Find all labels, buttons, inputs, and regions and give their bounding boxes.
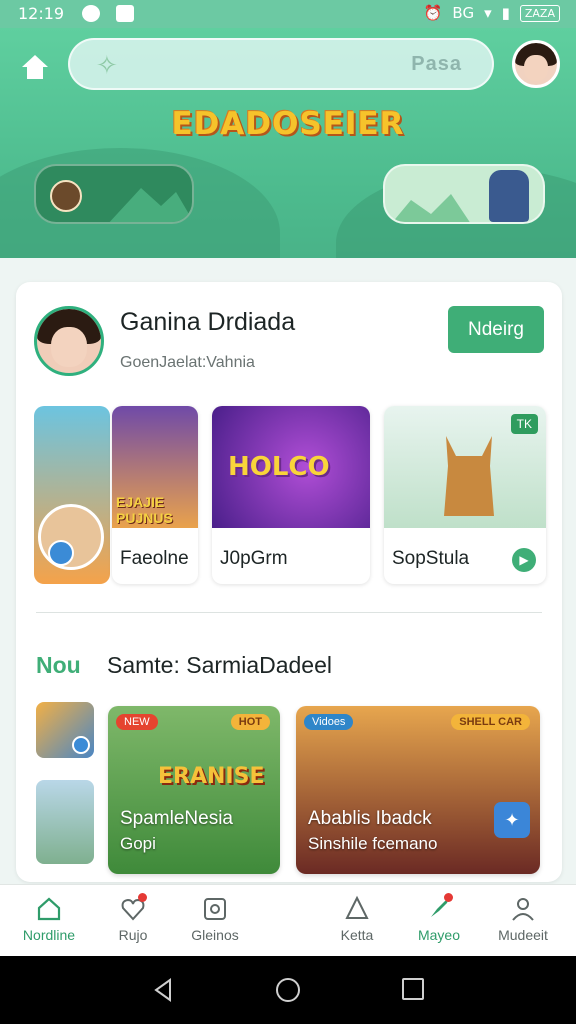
status-right: ⏰ BG ▾ ▮ ZAZA <box>424 4 560 22</box>
play-icon[interactable]: ▶ <box>512 548 536 572</box>
follow-button[interactable]: Ndeirg <box>448 306 544 353</box>
battery-icon: ZAZA <box>519 4 560 22</box>
bottom-nav: Nordline Rujo Gleinos Ketta Mayeo Mudeei… <box>0 884 576 956</box>
tile-label: SopStula <box>392 548 470 569</box>
nav-item-home[interactable]: Nordline <box>4 895 94 943</box>
game-subtitle: Gopi <box>120 834 156 853</box>
game-art-text: ERANISE <box>158 764 265 789</box>
game-chip-secondary: SHELL CAR <box>451 714 530 730</box>
featured-tile[interactable]: HOLCO J0pGrm <box>212 406 370 584</box>
nav-label: Nordline <box>22 927 76 943</box>
home-circle-icon[interactable] <box>276 978 300 1002</box>
search-art-icon: ✧ <box>96 50 118 80</box>
image-notification-icon <box>116 5 134 22</box>
hero-banner: ✧ Pasa EDADOSEIER <box>0 28 576 258</box>
gallery-icon <box>204 898 226 920</box>
tile-art: EJAJIE PUJNUS <box>112 406 198 528</box>
side-tile[interactable] <box>34 406 110 584</box>
featured-tile[interactable]: EJAJIE PUJNUS Faeolne <box>112 406 198 584</box>
search-bar[interactable]: ✧ Pasa <box>68 38 494 90</box>
nav-item-alerts[interactable]: Ketta <box>312 895 402 943</box>
profile-card: Ganina Drdiada GoenJaelat:Vahnia Ndeirg … <box>16 282 562 882</box>
tile-tag: TK <box>510 414 538 434</box>
home-icon <box>22 55 48 79</box>
tile-art: TK <box>384 406 546 528</box>
hero-card-left[interactable] <box>34 164 194 224</box>
profile-name: Ganina Drdiada <box>120 308 296 336</box>
alarm-icon: ⏰ <box>423 4 443 22</box>
recents-icon[interactable] <box>402 978 424 1000</box>
game-chip-secondary: HOT <box>230 714 270 730</box>
search-text: Pasa <box>411 53 462 75</box>
badge-icon <box>50 180 82 212</box>
share-action-icon[interactable]: ✦ <box>494 802 530 838</box>
back-icon[interactable] <box>152 978 174 1002</box>
tile-label: J0pGrm <box>220 548 288 569</box>
home-button[interactable] <box>18 50 52 84</box>
hero-title: EDADOSEIER <box>171 106 405 142</box>
nav-label: Ketta <box>340 927 374 943</box>
tile-label: Faeolne <box>120 548 189 569</box>
character-art <box>489 170 529 222</box>
game-card[interactable]: Vidoes SHELL CAR Abablis Ibadck Sinshile… <box>296 706 540 874</box>
badge-icon <box>72 736 90 754</box>
mountain-art <box>109 188 192 222</box>
hero-card-right[interactable] <box>383 164 545 224</box>
featured-tile[interactable]: TK SopStula ▶ <box>384 406 546 584</box>
section-title: Samte: SarmiaDadeel <box>107 652 332 678</box>
status-time: 12:19 <box>18 4 65 23</box>
divider <box>36 612 542 613</box>
nav-item-gallery[interactable]: Gleinos <box>170 895 260 943</box>
status-extra: BG <box>452 4 475 22</box>
nav-item-favorites[interactable]: Rujo <box>88 893 178 943</box>
notification-dot <box>138 893 147 902</box>
wifi-icon: ▾ <box>484 4 492 22</box>
profile-subtitle: GoenJaelat:Vahnia <box>120 354 255 371</box>
nav-label: Rujo <box>118 927 148 943</box>
signal-icon: ▮ <box>501 4 510 22</box>
thumbnail[interactable] <box>36 780 94 864</box>
thumbnail[interactable] <box>36 702 94 758</box>
tile-art: HOLCO <box>212 406 370 528</box>
game-name: SpamleNesia <box>120 808 233 829</box>
game-chip: Vidoes <box>304 714 354 730</box>
profile-avatar[interactable] <box>34 306 104 376</box>
game-chip: NEW <box>116 714 158 730</box>
avatar-face <box>51 326 87 367</box>
nav-label: Mayeo <box>417 927 461 943</box>
chat-badge-icon <box>48 540 74 566</box>
landscape-art <box>392 194 470 222</box>
nav-item-profile[interactable]: Mudeeit <box>478 895 568 943</box>
home-icon <box>37 897 61 921</box>
nav-label: Gleinos <box>191 927 239 943</box>
user-avatar[interactable] <box>512 40 560 88</box>
game-name: Abablis Ibadck <box>308 808 432 829</box>
system-nav-bar <box>0 956 576 1024</box>
tile-art-text: HOLCO <box>228 452 330 482</box>
app-notification-icon <box>82 5 100 22</box>
nav-label: Mudeeit <box>498 927 548 943</box>
fox-art <box>444 436 494 516</box>
thumbnail-list <box>36 702 96 886</box>
nav-item-play[interactable]: Mayeo <box>394 893 484 943</box>
status-bar: 12:19 ⏰ BG ▾ ▮ ZAZA <box>0 0 576 28</box>
game-card[interactable]: NEW HOT ERANISE SpamleNesia Gopi <box>108 706 280 874</box>
game-subtitle: Sinshile fcemano <box>308 834 438 853</box>
featured-tiles: EJAJIE PUJNUS Faeolne HOLCO J0pGrm TK So… <box>34 406 546 586</box>
section-tag: Nou <box>36 652 81 678</box>
avatar-face <box>524 54 548 81</box>
bell-icon <box>345 895 369 919</box>
notification-dot <box>444 893 453 902</box>
tile-art-text: EJAJIE PUJNUS <box>116 494 173 526</box>
user-icon <box>512 898 534 921</box>
